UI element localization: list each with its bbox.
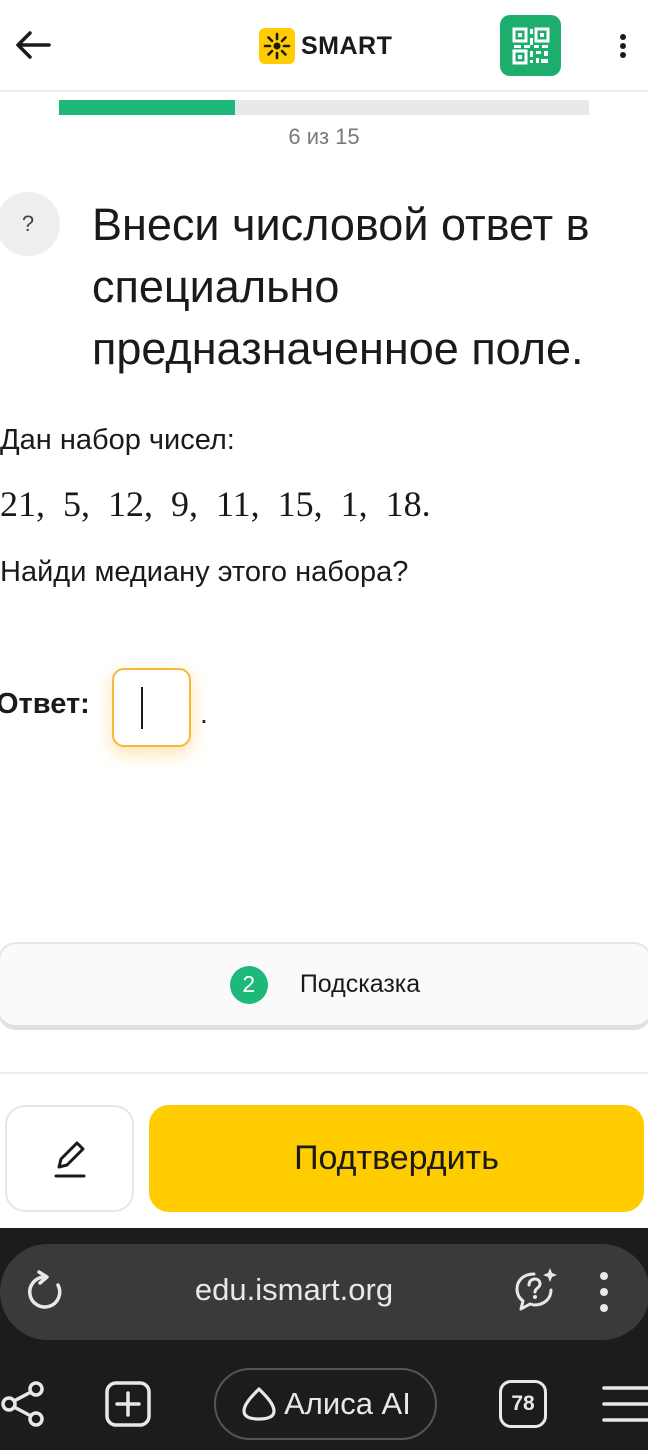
answer-input[interactable] [112, 668, 191, 747]
progress-bar [59, 100, 589, 115]
hamburger-menu-icon[interactable] [602, 1382, 648, 1426]
confirm-button[interactable]: Подтвердить [149, 1105, 644, 1212]
hint-count-badge: 2 [229, 965, 268, 1004]
tabs-count-button[interactable]: 78 [499, 1380, 547, 1428]
alice-ai-button[interactable]: Алиса AI [214, 1368, 437, 1440]
more-vertical-icon[interactable] [590, 1270, 618, 1314]
question-help-badge[interactable]: ? [0, 192, 60, 256]
answer-suffix: . [200, 698, 208, 729]
more-vertical-icon [620, 34, 626, 58]
task-number-set: 21, 5, 12, 9, 11, 15, 1, 18. [0, 484, 431, 524]
qr-code-button[interactable] [500, 15, 561, 76]
url-text[interactable]: edu.ismart.org [0, 1272, 588, 1308]
new-tab-icon[interactable] [104, 1380, 152, 1428]
hint-button[interactable]: 2 Подсказка [0, 942, 648, 1030]
smart-logo-icon [259, 28, 295, 64]
back-button[interactable] [12, 24, 54, 66]
smart-logo: SMART [259, 28, 392, 64]
progress-bar-fill [59, 100, 236, 115]
task-intro-text: Дан набор чисел: [0, 424, 235, 456]
top-app-bar: SMART [0, 0, 648, 92]
share-icon[interactable] [0, 1380, 48, 1428]
alice-chat-icon[interactable] [512, 1266, 560, 1314]
question-title: Внеси числовой ответ в специально предна… [92, 199, 590, 374]
hint-label: Подсказка [299, 970, 421, 998]
answer-label: Ответ: [0, 688, 90, 720]
more-options-button[interactable] [608, 28, 638, 64]
arrow-left-icon [16, 31, 51, 59]
draw-button[interactable] [5, 1105, 134, 1212]
divider [0, 1072, 648, 1074]
text-caret [141, 686, 143, 729]
browser-nav-row: Алиса AI 78 [0, 1368, 648, 1440]
qr-code-icon [512, 27, 549, 64]
browser-toolbar: edu.ismart.org Алиса AI 78 [0, 1228, 648, 1450]
task-question-text: Найди медиану этого набора? [0, 556, 409, 588]
pencil-icon [54, 1141, 85, 1177]
alice-icon [242, 1387, 276, 1421]
logo-text: SMART [301, 31, 393, 60]
progress-counter: 6 из 15 [288, 124, 360, 149]
address-bar[interactable]: edu.ismart.org [0, 1244, 648, 1340]
alice-ai-label: Алиса AI [284, 1386, 411, 1421]
